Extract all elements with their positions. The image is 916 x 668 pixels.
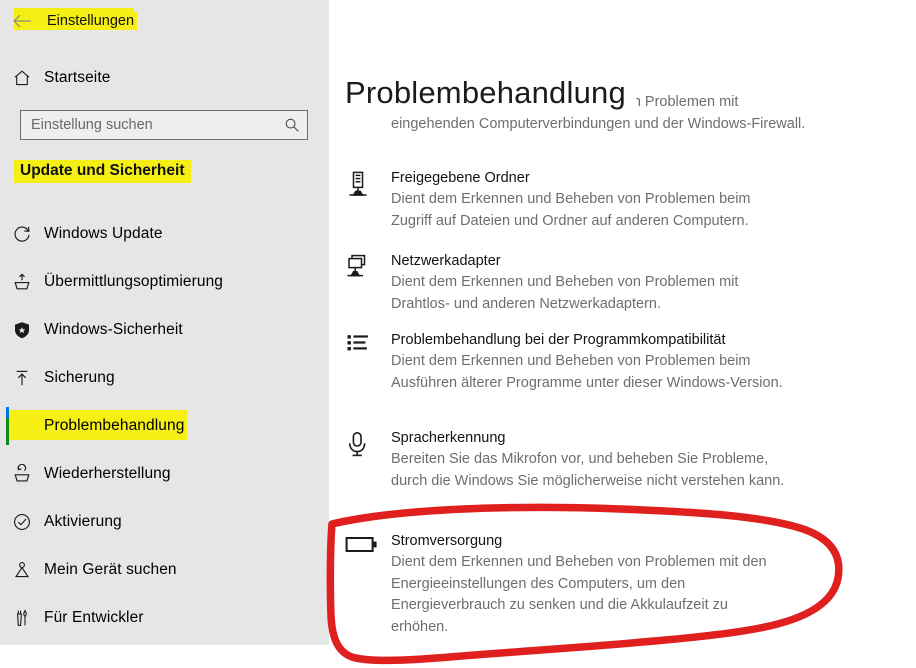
troubleshooter-description: Bereiten Sie das Mikrofon vor, und beheb… xyxy=(391,451,785,489)
search-icon[interactable] xyxy=(277,117,307,133)
troubleshooter-item-speech-recognition[interactable]: Spracherkennung Bereiten Sie das Mikrofo… xyxy=(345,429,785,492)
troubleshooter-name: Spracherkennung xyxy=(391,430,506,446)
sidebar-nav-list: Windows Update Übermittlungsoptimierung … xyxy=(0,210,329,642)
sidebar-group-header: Update und Sicherheit xyxy=(14,160,191,183)
sidebar-item-find-my-device[interactable]: Mein Gerät suchen xyxy=(0,546,329,594)
sidebar-item-label: Windows Update xyxy=(44,225,163,242)
sidebar-item-label: Problembehandlung xyxy=(44,417,185,434)
sidebar-item-label: Für Entwickler xyxy=(44,609,144,626)
home-icon xyxy=(0,68,44,88)
upload-arrow-icon xyxy=(0,368,44,388)
sidebar-item-home-label: Startseite xyxy=(44,69,111,86)
troubleshooter-item-program-compatibility[interactable]: Problembehandlung bei der Programmkompat… xyxy=(345,331,785,394)
troubleshooter-description: Dient dem Erkennen und Beheben von Probl… xyxy=(391,554,767,635)
arrow-left-icon[interactable] xyxy=(0,14,44,28)
sidebar-item-troubleshoot[interactable]: Problembehandlung xyxy=(0,402,329,450)
network-server-icon xyxy=(345,169,391,232)
upload-device-icon xyxy=(0,272,44,292)
sidebar-item-windows-security[interactable]: Windows-Sicherheit xyxy=(0,306,329,354)
search-box[interactable] xyxy=(20,110,308,140)
main-content: Problembehandlung Dient dem Erkennen und… xyxy=(329,0,916,668)
sidebar-item-label: Windows-Sicherheit xyxy=(44,321,183,338)
refresh-icon xyxy=(0,224,44,244)
troubleshooter-description: Dient dem Erkennen und Beheben von Probl… xyxy=(391,353,783,391)
sidebar-item-recovery[interactable]: Wiederherstellung xyxy=(0,450,329,498)
sidebar-item-label: Aktivierung xyxy=(44,513,122,530)
find-device-icon xyxy=(0,560,44,580)
sidebar-item-windows-update[interactable]: Windows Update xyxy=(0,210,329,258)
list-icon xyxy=(345,331,391,394)
troubleshooter-item-power[interactable]: Stromversorgung Dient dem Erkennen und B… xyxy=(345,532,785,638)
network-adapter-icon xyxy=(345,252,391,315)
battery-icon xyxy=(345,532,391,638)
sidebar-item-label: Wiederherstellung xyxy=(44,465,171,482)
settings-sidebar: Einstellungen Startseite Update und Sich… xyxy=(0,0,329,645)
troubleshooter-name: Problembehandlung bei der Programmkompat… xyxy=(391,332,726,348)
sidebar-item-label: Mein Gerät suchen xyxy=(44,561,177,578)
troubleshooter-name: Netzwerkadapter xyxy=(391,253,501,269)
sidebar-item-backup[interactable]: Sicherung xyxy=(0,354,329,402)
troubleshooter-name: Stromversorgung xyxy=(391,533,503,549)
page-title: Problembehandlung xyxy=(345,74,636,111)
troubleshooter-description: Dient dem Erkennen und Beheben von Probl… xyxy=(391,274,739,312)
sidebar-item-home[interactable]: Startseite xyxy=(0,62,329,94)
developer-tools-icon xyxy=(0,608,44,628)
shield-icon xyxy=(0,320,44,340)
troubleshooter-description: Dient dem Erkennen und Beheben von Probl… xyxy=(391,191,751,229)
back-label: Einstellungen xyxy=(44,12,138,30)
microphone-icon xyxy=(345,429,391,492)
sidebar-item-label: Übermittlungsoptimierung xyxy=(44,273,224,290)
troubleshooter-item-network-adapter[interactable]: Netzwerkadapter Dient dem Erkennen und B… xyxy=(345,252,785,315)
check-circle-icon xyxy=(0,512,44,532)
restore-icon xyxy=(0,464,44,484)
back-button[interactable]: Einstellungen xyxy=(0,8,138,34)
sidebar-item-for-developers[interactable]: Für Entwickler xyxy=(0,594,329,642)
sidebar-item-activation[interactable]: Aktivierung xyxy=(0,498,329,546)
troubleshooter-name: Freigegebene Ordner xyxy=(391,170,530,186)
troubleshooter-item-shared-folders[interactable]: Freigegebene Ordner Dient dem Erkennen u… xyxy=(345,169,785,232)
sidebar-item-label: Sicherung xyxy=(44,369,115,386)
sidebar-item-delivery-optimization[interactable]: Übermittlungsoptimierung xyxy=(0,258,329,306)
search-input[interactable] xyxy=(21,111,277,139)
